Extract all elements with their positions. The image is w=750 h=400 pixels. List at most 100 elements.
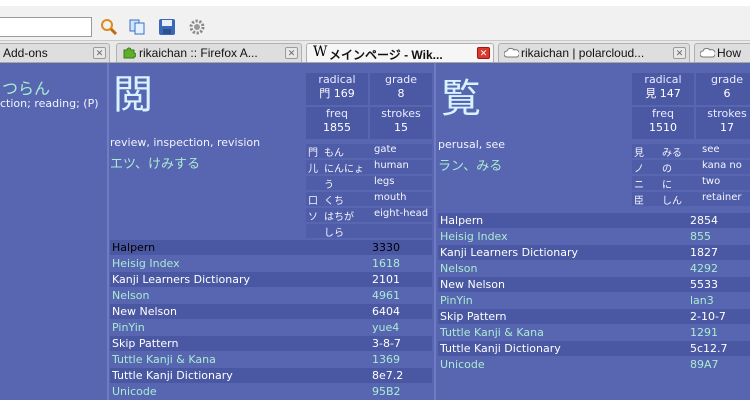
dictionary-name: Tuttle Kanji Dictionary [112, 369, 233, 382]
part-meaning: see [702, 144, 720, 155]
dictionary-value: 1827 [690, 246, 718, 259]
radical-cell: radical 見 147 [632, 73, 694, 105]
grade-value: 8 [397, 87, 405, 100]
dictionary-row: Nelson 4292 [438, 261, 750, 276]
part-kanji: ソ [308, 212, 318, 223]
dictionary-name: New Nelson [440, 278, 505, 291]
close-icon[interactable]: ✕ [477, 47, 490, 59]
kanji-part-row: う legs [306, 176, 432, 191]
close-icon[interactable]: ✕ [673, 47, 686, 59]
kanji-part-row: 門 もん gate [306, 144, 432, 159]
dictionary-value: 3330 [372, 241, 400, 254]
kanji-part-row: ソ はちが eight-head [306, 208, 432, 223]
part-meaning: retainer [702, 192, 742, 203]
dictionary-row: Kanji Learners Dictionary 2101 [110, 272, 432, 287]
word-reading: つらん [2, 79, 51, 98]
radical-cell: radical 門 169 [306, 73, 368, 105]
dictionary-row: Tuttle Kanji & Kana 1369 [110, 352, 432, 367]
tab-rikaichan-addons[interactable]: rikaichan :: Firefox A... ✕ [116, 43, 302, 62]
dictionary-value: 5533 [690, 278, 718, 291]
strokes-cell: strokes 15 [370, 107, 432, 139]
dictionary-name: Nelson [440, 262, 478, 275]
dictionary-name: Skip Pattern [112, 337, 179, 350]
kanji-meaning: review, inspection, revision [110, 136, 261, 149]
kanji-reading: エツ、けみする [110, 157, 200, 172]
gear-icon[interactable] [188, 18, 206, 36]
freq-cell: freq 1510 [632, 107, 694, 139]
dictionary-value: 2854 [690, 214, 718, 227]
dictionary-row: Skip Pattern 3-8-7 [110, 336, 432, 351]
part-reading: はちが [324, 212, 354, 223]
radical-value: 門 169 [319, 87, 355, 100]
kanji-part-row: ノ の kana no [632, 160, 750, 175]
tab-add-ons[interactable]: Add-ons ✕ [0, 43, 110, 62]
tab-strip: Add-ons ✕ rikaichan :: Firefox A... ✕ W … [0, 40, 750, 63]
save-icon[interactable] [158, 18, 176, 36]
kanji-part-row: 口 くち mouth [306, 192, 432, 207]
part-meaning: two [702, 176, 721, 187]
grade-cell: grade 6 [696, 73, 750, 105]
freq-label: freq [652, 107, 674, 120]
tab-label: rikaichan :: Firefox A... [139, 46, 258, 60]
dictionary-value: 855 [690, 230, 711, 243]
tab-rikaichan-polarcloud[interactable]: rikaichan | polarcloud... ✕ [498, 43, 690, 62]
dictionary-value: 1618 [372, 257, 400, 270]
dictionary-value: 89A7 [690, 358, 719, 371]
part-meaning: eight-head [374, 208, 429, 219]
kanji-meaning: perusal, see [438, 138, 506, 151]
tab-wikipedia[interactable]: W メインページ - Wik... ✕ [306, 43, 494, 62]
part-kanji: 儿 [308, 164, 318, 175]
grade-value: 6 [723, 87, 731, 100]
divider [434, 63, 436, 400]
strokes-value: 15 [394, 121, 408, 134]
part-reading: に [662, 180, 672, 191]
kanji-part-row: ニ に two [632, 176, 750, 191]
tab-label: How [717, 46, 742, 60]
search-icon[interactable] [100, 18, 118, 36]
part-reading: しん [662, 196, 682, 207]
dictionary-row: Halpern 2854 [438, 213, 750, 228]
dictionary-value: 6404 [372, 305, 400, 318]
strokes-label: strokes [381, 107, 421, 120]
search-input[interactable] [0, 17, 92, 37]
copy-icon[interactable] [128, 18, 146, 36]
dictionary-row: Kanji Learners Dictionary 1827 [438, 245, 750, 260]
dictionary-name: Halpern [112, 241, 156, 254]
dictionary-row: Halpern 3330 [110, 240, 432, 255]
tab-label: Add-ons [3, 46, 48, 60]
part-kanji: 臣 [634, 196, 644, 207]
tab-label: メインページ - Wik... [329, 48, 443, 62]
dictionary-name: Unicode [440, 358, 485, 371]
dictionary-row: Nelson 4961 [110, 288, 432, 303]
dictionary-row: Skip Pattern 2-10-7 [438, 309, 750, 324]
dictionary-row: Unicode 95B2 [110, 384, 432, 399]
dictionary-name: Kanji Learners Dictionary [440, 246, 579, 259]
dictionary-value: yue4 [372, 321, 400, 334]
tab-how[interactable]: How [694, 43, 750, 62]
dictionary-name: Tuttle Kanji & Kana [440, 326, 544, 339]
part-reading: くち [324, 196, 344, 207]
dictionary-name: Unicode [112, 385, 157, 398]
freq-cell: freq 1855 [306, 107, 368, 139]
dictionary-row: Tuttle Kanji Dictionary 8e7.2 [110, 368, 432, 383]
part-reading: にんにょ [324, 164, 364, 175]
freq-label: freq [326, 107, 348, 120]
close-icon[interactable]: ✕ [285, 47, 298, 59]
part-meaning: legs [374, 176, 395, 187]
dictionary-row: New Nelson 5533 [438, 277, 750, 292]
part-meaning: human [374, 160, 409, 171]
close-icon[interactable]: ✕ [93, 47, 106, 59]
word-meaning: ction; reading; (P) [0, 97, 99, 110]
dictionary-row: PinYin yue4 [110, 320, 432, 335]
dictionary-name: New Nelson [112, 305, 177, 318]
dictionary-name: Halpern [440, 214, 484, 227]
dictionary-name: Tuttle Kanji & Kana [112, 353, 216, 366]
dictionary-value: 2101 [372, 273, 400, 286]
dictionary-name: Heisig Index [440, 230, 508, 243]
dictionary-row: New Nelson 6404 [110, 304, 432, 319]
dictionary-value: 1369 [372, 353, 400, 366]
grade-cell: grade 8 [370, 73, 432, 105]
cloud-icon [503, 47, 520, 58]
divider [107, 63, 109, 400]
part-reading: の [662, 164, 672, 175]
